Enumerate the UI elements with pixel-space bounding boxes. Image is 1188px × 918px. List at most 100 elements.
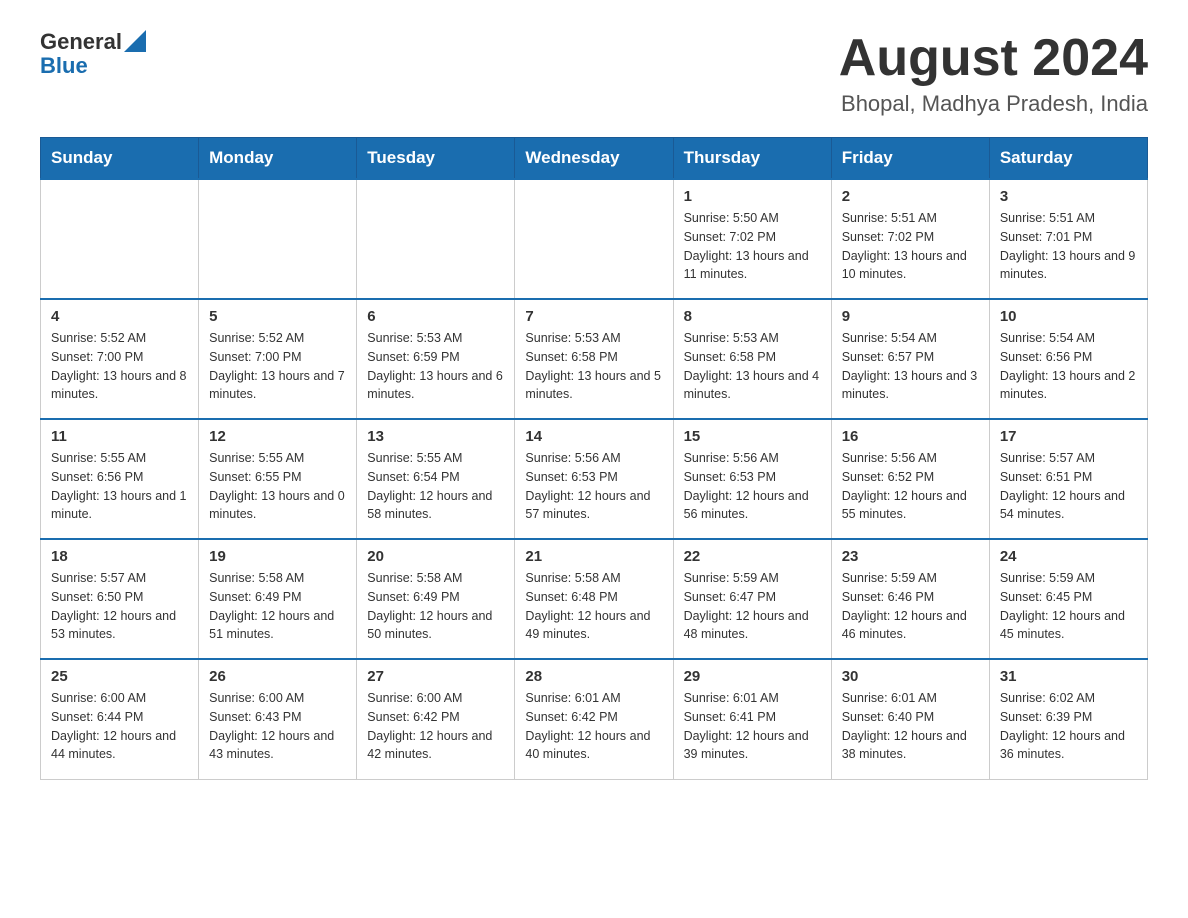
calendar-cell: 25 Sunrise: 6:00 AM Sunset: 6:44 PM Dayli… xyxy=(41,659,199,779)
weekday-header-monday: Monday xyxy=(199,138,357,180)
day-number: 24 xyxy=(1000,548,1137,565)
day-number: 20 xyxy=(367,548,504,565)
weekday-header-row: SundayMondayTuesdayWednesdayThursdayFrid… xyxy=(41,138,1148,180)
day-number: 28 xyxy=(525,668,662,685)
calendar-cell: 9Sunrise: 5:54 AM Sunset: 6:57 PM Daylig… xyxy=(831,299,989,419)
week-row-3: 11Sunrise: 5:55 AM Sunset: 6:56 PM Dayli… xyxy=(41,419,1148,539)
header-right: August 2024 Bhopal, Madhya Pradesh, Indi… xyxy=(839,30,1148,117)
day-number: 22 xyxy=(684,548,821,565)
day-number: 21 xyxy=(525,548,662,565)
calendar-cell: 6Sunrise: 5:53 AM Sunset: 6:59 PM Daylig… xyxy=(357,299,515,419)
day-info: Sunrise: 5:58 AM Sunset: 6:49 PM Dayligh… xyxy=(367,569,504,644)
weekday-header-friday: Friday xyxy=(831,138,989,180)
calendar-title: August 2024 xyxy=(839,30,1148,87)
calendar-cell: 23Sunrise: 5:59 AM Sunset: 6:46 PM Dayli… xyxy=(831,539,989,659)
calendar-cell: 15 Sunrise: 5:56 AM Sunset: 6:53 PM Dayli… xyxy=(673,419,831,539)
day-info: Sunrise: 5:56 AM Sunset: 6:53 PM Dayligh… xyxy=(525,449,662,524)
day-number: 4 xyxy=(51,308,188,325)
calendar-cell: 29 Sunrise: 6:01 AM Sunset: 6:41 PM Dayli… xyxy=(673,659,831,779)
calendar-cell: 11Sunrise: 5:55 AM Sunset: 6:56 PM Dayli… xyxy=(41,419,199,539)
day-info: Sunrise: 5:55 AM Sunset: 6:55 PM Dayligh… xyxy=(209,449,346,524)
day-number: 17 xyxy=(1000,428,1137,445)
weekday-header-sunday: Sunday xyxy=(41,138,199,180)
day-info: Sunrise: 5:56 AM Sunset: 6:53 PM Dayligh… xyxy=(684,449,821,524)
day-info: Sunrise: 6:00 AM Sunset: 6:42 PM Dayligh… xyxy=(367,689,504,764)
calendar-cell: 2 Sunrise: 5:51 AM Sunset: 7:02 PM Daylig… xyxy=(831,179,989,299)
day-info: Sunrise: 5:53 AM Sunset: 6:58 PM Dayligh… xyxy=(525,329,662,404)
day-number: 8 xyxy=(684,308,821,325)
day-number: 30 xyxy=(842,668,979,685)
calendar-cell xyxy=(357,179,515,299)
calendar-cell: 27Sunrise: 6:00 AM Sunset: 6:42 PM Dayli… xyxy=(357,659,515,779)
calendar-cell: 19Sunrise: 5:58 AM Sunset: 6:49 PM Dayli… xyxy=(199,539,357,659)
calendar-cell: 7 Sunrise: 5:53 AM Sunset: 6:58 PM Daylig… xyxy=(515,299,673,419)
day-info: Sunrise: 5:58 AM Sunset: 6:49 PM Dayligh… xyxy=(209,569,346,644)
calendar-cell: 3Sunrise: 5:51 AM Sunset: 7:01 PM Daylig… xyxy=(989,179,1147,299)
day-info: Sunrise: 6:00 AM Sunset: 6:44 PM Dayligh… xyxy=(51,689,188,764)
day-number: 5 xyxy=(209,308,346,325)
day-info: Sunrise: 5:52 AM Sunset: 7:00 PM Dayligh… xyxy=(51,329,188,404)
calendar-cell: 30 Sunrise: 6:01 AM Sunset: 6:40 PM Dayli… xyxy=(831,659,989,779)
week-row-1: 1 Sunrise: 5:50 AM Sunset: 7:02 PM Daylig… xyxy=(41,179,1148,299)
day-number: 2 xyxy=(842,188,979,205)
calendar-cell: 20 Sunrise: 5:58 AM Sunset: 6:49 PM Dayli… xyxy=(357,539,515,659)
day-info: Sunrise: 5:59 AM Sunset: 6:47 PM Dayligh… xyxy=(684,569,821,644)
day-info: Sunrise: 5:56 AM Sunset: 6:52 PM Dayligh… xyxy=(842,449,979,524)
calendar-cell: 28 Sunrise: 6:01 AM Sunset: 6:42 PM Dayli… xyxy=(515,659,673,779)
page-header: General Blue August 2024 Bhopal, Madhya … xyxy=(40,30,1148,117)
calendar-cell: 10 Sunrise: 5:54 AM Sunset: 6:56 PM Dayli… xyxy=(989,299,1147,419)
day-info: Sunrise: 5:54 AM Sunset: 6:56 PM Dayligh… xyxy=(1000,329,1137,404)
day-number: 1 xyxy=(684,188,821,205)
day-info: Sunrise: 6:01 AM Sunset: 6:40 PM Dayligh… xyxy=(842,689,979,764)
day-info: Sunrise: 5:50 AM Sunset: 7:02 PM Dayligh… xyxy=(684,209,821,284)
day-number: 16 xyxy=(842,428,979,445)
day-number: 7 xyxy=(525,308,662,325)
day-info: Sunrise: 5:59 AM Sunset: 6:45 PM Dayligh… xyxy=(1000,569,1137,644)
calendar-cell: 14 Sunrise: 5:56 AM Sunset: 6:53 PM Dayli… xyxy=(515,419,673,539)
calendar-cell: 4 Sunrise: 5:52 AM Sunset: 7:00 PM Daylig… xyxy=(41,299,199,419)
calendar-cell: 5 Sunrise: 5:52 AM Sunset: 7:00 PM Daylig… xyxy=(199,299,357,419)
logo-blue: Blue xyxy=(40,54,146,78)
week-row-2: 4 Sunrise: 5:52 AM Sunset: 7:00 PM Daylig… xyxy=(41,299,1148,419)
weekday-header-wednesday: Wednesday xyxy=(515,138,673,180)
calendar-cell xyxy=(41,179,199,299)
day-info: Sunrise: 6:00 AM Sunset: 6:43 PM Dayligh… xyxy=(209,689,346,764)
weekday-header-saturday: Saturday xyxy=(989,138,1147,180)
day-info: Sunrise: 5:55 AM Sunset: 6:56 PM Dayligh… xyxy=(51,449,188,524)
day-number: 3 xyxy=(1000,188,1137,205)
day-number: 29 xyxy=(684,668,821,685)
day-number: 15 xyxy=(684,428,821,445)
calendar-cell: 18 Sunrise: 5:57 AM Sunset: 6:50 PM Dayli… xyxy=(41,539,199,659)
logo: General Blue xyxy=(40,30,146,78)
calendar-cell: 24 Sunrise: 5:59 AM Sunset: 6:45 PM Dayli… xyxy=(989,539,1147,659)
day-number: 10 xyxy=(1000,308,1137,325)
day-info: Sunrise: 5:51 AM Sunset: 7:02 PM Dayligh… xyxy=(842,209,979,284)
calendar-cell: 26 Sunrise: 6:00 AM Sunset: 6:43 PM Dayli… xyxy=(199,659,357,779)
day-number: 14 xyxy=(525,428,662,445)
calendar-cell: 8 Sunrise: 5:53 AM Sunset: 6:58 PM Daylig… xyxy=(673,299,831,419)
calendar-subtitle: Bhopal, Madhya Pradesh, India xyxy=(839,91,1148,117)
calendar-cell: 16 Sunrise: 5:56 AM Sunset: 6:52 PM Dayli… xyxy=(831,419,989,539)
calendar-cell: 21Sunrise: 5:58 AM Sunset: 6:48 PM Dayli… xyxy=(515,539,673,659)
day-number: 18 xyxy=(51,548,188,565)
day-info: Sunrise: 5:57 AM Sunset: 6:50 PM Dayligh… xyxy=(51,569,188,644)
day-number: 26 xyxy=(209,668,346,685)
day-number: 13 xyxy=(367,428,504,445)
day-number: 25 xyxy=(51,668,188,685)
logo-triangle-icon xyxy=(124,30,146,52)
calendar-cell xyxy=(199,179,357,299)
weekday-header-tuesday: Tuesday xyxy=(357,138,515,180)
day-info: Sunrise: 5:53 AM Sunset: 6:58 PM Dayligh… xyxy=(684,329,821,404)
calendar-table: SundayMondayTuesdayWednesdayThursdayFrid… xyxy=(40,137,1148,780)
day-info: Sunrise: 6:01 AM Sunset: 6:42 PM Dayligh… xyxy=(525,689,662,764)
day-number: 23 xyxy=(842,548,979,565)
day-number: 9 xyxy=(842,308,979,325)
day-info: Sunrise: 5:52 AM Sunset: 7:00 PM Dayligh… xyxy=(209,329,346,404)
calendar-cell xyxy=(515,179,673,299)
calendar-cell: 22 Sunrise: 5:59 AM Sunset: 6:47 PM Dayli… xyxy=(673,539,831,659)
day-number: 31 xyxy=(1000,668,1137,685)
weekday-header-thursday: Thursday xyxy=(673,138,831,180)
day-info: Sunrise: 6:02 AM Sunset: 6:39 PM Dayligh… xyxy=(1000,689,1137,764)
week-row-5: 25 Sunrise: 6:00 AM Sunset: 6:44 PM Dayli… xyxy=(41,659,1148,779)
day-info: Sunrise: 6:01 AM Sunset: 6:41 PM Dayligh… xyxy=(684,689,821,764)
